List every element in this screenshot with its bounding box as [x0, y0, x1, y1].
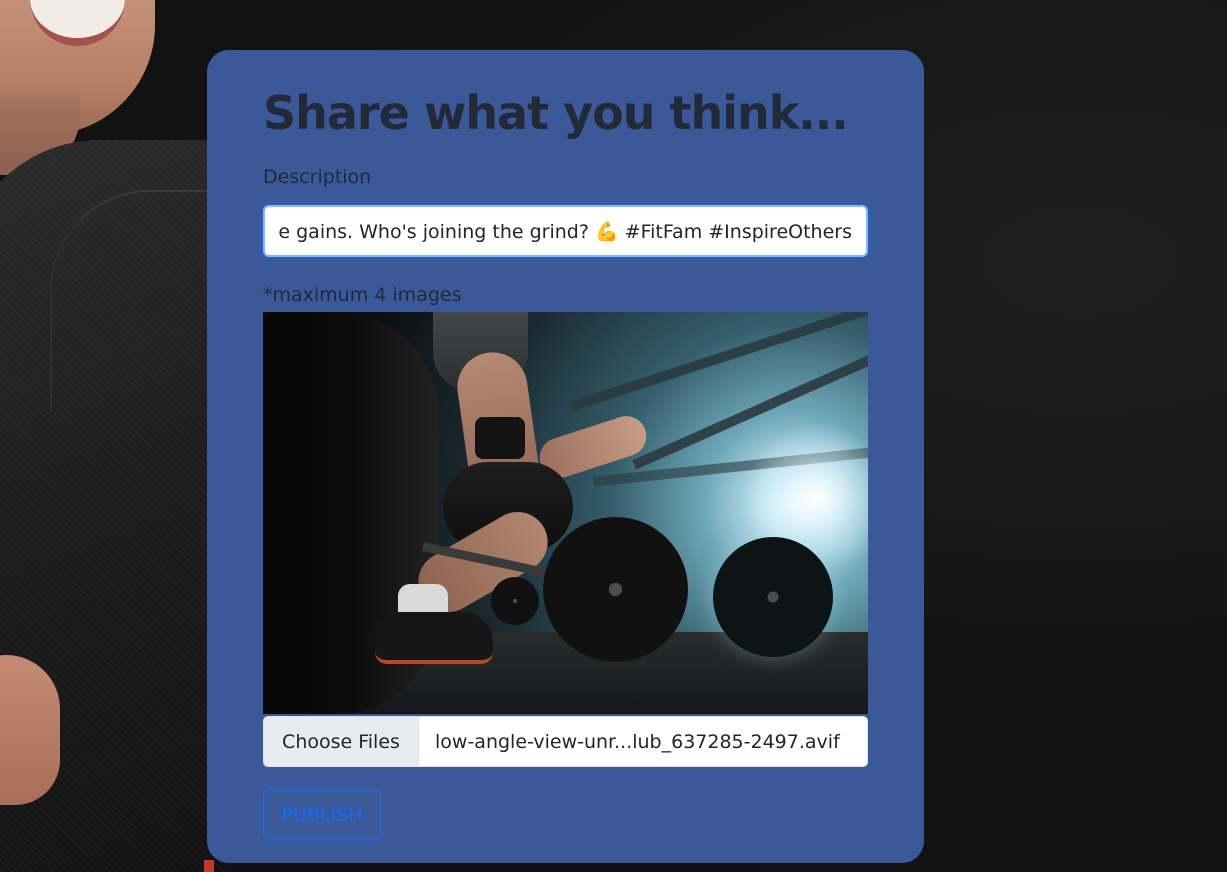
- share-post-card: Share what you think... Description *max…: [207, 50, 924, 863]
- image-limit-note: *maximum 4 images: [263, 284, 462, 306]
- background-photo: [0, 0, 230, 872]
- file-chooser[interactable]: Choose Files low-angle-view-unr...lub_63…: [263, 716, 868, 767]
- small-weight-plate: [491, 577, 539, 625]
- page-title: Share what you think...: [263, 86, 849, 140]
- background-red-strip: [204, 860, 214, 872]
- publish-button[interactable]: PUBLISH: [263, 789, 381, 840]
- athlete-wrist-wrap: [475, 417, 525, 459]
- choose-files-button[interactable]: Choose Files: [264, 717, 419, 766]
- gym-ceiling-beam: [569, 312, 868, 412]
- athlete-shoe: [375, 612, 493, 664]
- selected-file-name: low-angle-view-unr...lub_637285-2497.avi…: [435, 730, 840, 753]
- description-label: Description: [263, 166, 372, 188]
- image-preview: [263, 312, 868, 714]
- description-input[interactable]: [263, 205, 868, 257]
- background-shirt-seam: [50, 190, 212, 412]
- barbell-plate: [713, 537, 833, 657]
- barbell-plate: [543, 517, 688, 662]
